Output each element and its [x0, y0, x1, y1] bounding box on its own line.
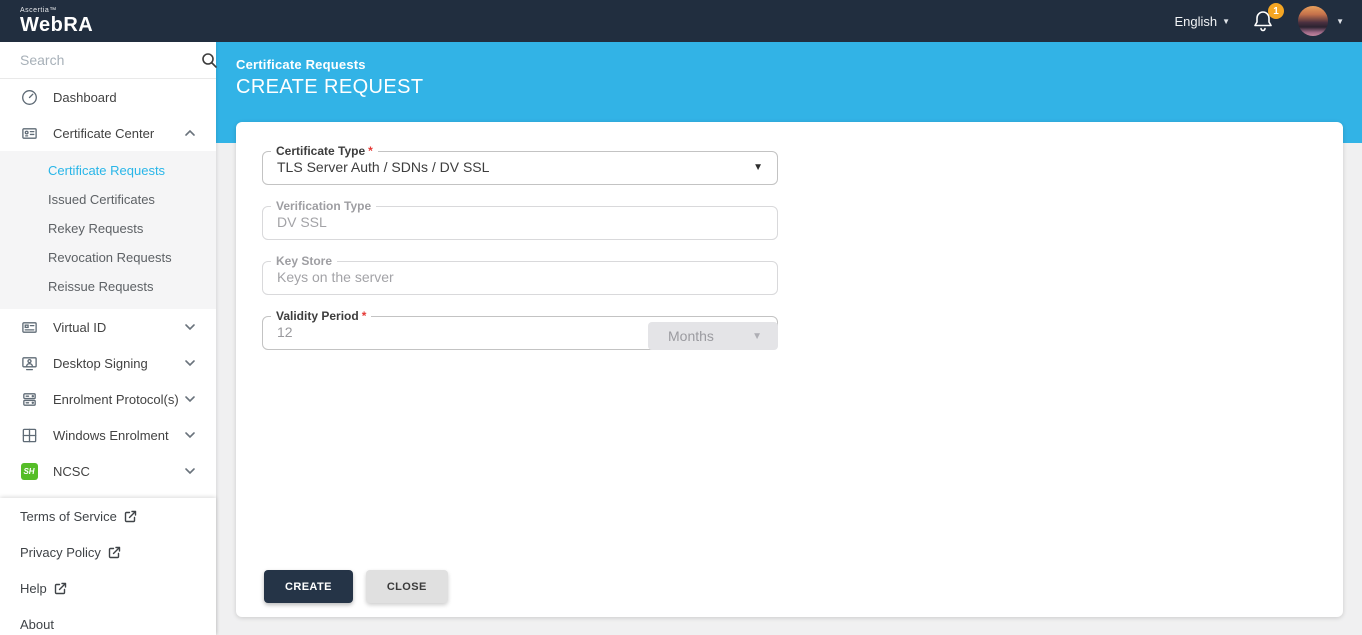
footer-link-label: Terms of Service [20, 508, 117, 524]
certificate-type-label: Certificate Type [276, 144, 366, 158]
sidebar-item-windows-enrolment[interactable]: Windows Enrolment [0, 417, 216, 453]
avatar [1298, 6, 1329, 36]
subitem-label: Issued Certificates [48, 192, 155, 207]
external-link-icon [54, 582, 67, 595]
page-title: CREATE REQUEST [236, 76, 424, 98]
chevron-down-icon [184, 393, 196, 405]
search-input[interactable] [20, 52, 201, 68]
main-content: Certificate Requests CREATE REQUEST Cert… [216, 42, 1362, 635]
sidebar-item-label: Desktop Signing [53, 355, 148, 371]
verification-type-label: Verification Type [276, 199, 372, 213]
breadcrumb: Certificate Requests [236, 57, 366, 72]
sidebar-subitem-issued-certificates[interactable]: Issued Certificates [0, 185, 216, 214]
terms-of-service-link[interactable]: Terms of Service [0, 498, 216, 534]
field-label: Certificate Type * [271, 145, 378, 158]
sidebar-item-label: Virtual ID [53, 319, 107, 335]
dashboard-icon [20, 88, 38, 106]
sidebar-item-label: Certificate Center [53, 125, 155, 141]
sidebar-item-virtual-id[interactable]: Virtual ID [0, 309, 216, 345]
privacy-policy-link[interactable]: Privacy Policy [0, 534, 216, 570]
sidebar-item-dashboard[interactable]: Dashboard [0, 79, 216, 115]
key-store-label: Key Store [276, 254, 333, 268]
sidebar-subitem-certificate-requests[interactable]: Certificate Requests [0, 156, 216, 185]
required-asterisk: * [361, 309, 367, 323]
language-selector[interactable]: English ▼ [1175, 14, 1231, 29]
sidebar-item-label: Windows Enrolment [53, 427, 169, 443]
field-label: Key Store [271, 255, 337, 268]
subitem-label: Reissue Requests [48, 279, 154, 294]
verification-type-field: Verification Type DV SSL [262, 200, 778, 240]
sidebar-subitem-rekey-requests[interactable]: Rekey Requests [0, 214, 216, 243]
virtual-id-icon [20, 318, 38, 336]
notifications-button[interactable]: 1 [1252, 3, 1285, 33]
sidebar-search [0, 42, 218, 79]
topbar: Ascertia™ WebRA English ▼ 1 ▼ [0, 0, 1362, 42]
search-icon[interactable] [201, 52, 218, 69]
certificate-center-submenu: Certificate Requests Issued Certificates… [0, 151, 216, 309]
certificate-type-field[interactable]: Certificate Type * TLS Server Auth / SDN… [262, 145, 778, 185]
create-request-card: Certificate Type * TLS Server Auth / SDN… [236, 122, 1343, 617]
sidebar-item-enrolment-protocols[interactable]: Enrolment Protocol(s) [0, 381, 216, 417]
chevron-down-icon [184, 429, 196, 441]
windows-enrolment-icon [20, 426, 38, 444]
validity-unit-value: Months [668, 328, 714, 344]
user-menu[interactable]: ▼ [1298, 6, 1344, 36]
help-link[interactable]: Help [0, 570, 216, 606]
form-actions: CREATE CLOSE [264, 570, 448, 603]
validity-period-value[interactable]: 12 [277, 324, 293, 340]
chevron-down-icon: ▼ [1336, 16, 1344, 26]
dropdown-arrow-icon[interactable]: ▼ [753, 162, 763, 173]
verification-type-value: DV SSL [277, 214, 327, 230]
chevron-down-icon: ▼ [1222, 16, 1231, 26]
ncsc-icon: SH [20, 462, 38, 480]
desktop-signing-icon [20, 354, 38, 372]
validity-unit-select: Months ▼ [648, 322, 778, 350]
footer-link-label: Help [20, 580, 47, 596]
brand-company: Ascertia™ [20, 7, 57, 14]
about-link[interactable]: About [0, 606, 216, 635]
create-button[interactable]: CREATE [264, 570, 353, 603]
subitem-label: Revocation Requests [48, 250, 172, 265]
chevron-down-icon [184, 321, 196, 333]
sidebar-nav: Dashboard Certificate Center Certificate… [0, 79, 216, 499]
enrolment-protocols-icon [20, 390, 38, 408]
key-store-value: Keys on the server [277, 269, 394, 285]
sidebar: Dashboard Certificate Center Certificate… [0, 42, 218, 635]
certificate-type-value: TLS Server Auth / SDNs / DV SSL [277, 159, 490, 175]
topbar-actions: English ▼ 1 ▼ [1175, 3, 1362, 36]
field-label: Verification Type [271, 200, 376, 213]
language-label: English [1174, 13, 1218, 29]
sidebar-item-label: Enrolment Protocol(s) [53, 391, 179, 407]
key-store-field: Key Store Keys on the server [262, 255, 778, 295]
subitem-label: Certificate Requests [48, 163, 166, 178]
sidebar-subitem-reissue-requests[interactable]: Reissue Requests [0, 272, 216, 301]
sidebar-item-label: Dashboard [53, 89, 117, 105]
sidebar-item-ncsc[interactable]: SH NCSC [0, 453, 216, 489]
sidebar-item-certificate-center[interactable]: Certificate Center [0, 115, 216, 151]
validity-period-label: Validity Period [276, 309, 359, 323]
subitem-label: Rekey Requests [48, 221, 144, 236]
chevron-down-icon [184, 465, 196, 477]
app-logo: Ascertia™ WebRA [0, 7, 93, 35]
close-button[interactable]: CLOSE [365, 570, 448, 603]
chevron-down-icon [184, 357, 196, 369]
required-asterisk: * [368, 144, 373, 158]
sidebar-footer: Terms of Service Privacy Policy Help Abo… [0, 498, 216, 635]
chevron-up-icon [184, 127, 196, 139]
field-label: Validity Period * [271, 310, 371, 323]
dropdown-arrow-icon: ▼ [752, 330, 762, 342]
sidebar-subitem-revocation-requests[interactable]: Revocation Requests [0, 243, 216, 272]
certificate-center-icon [20, 124, 38, 142]
sidebar-item-desktop-signing[interactable]: Desktop Signing [0, 345, 216, 381]
external-link-icon [108, 546, 121, 559]
footer-link-label: About [20, 616, 54, 632]
notification-badge: 1 [1268, 3, 1285, 19]
sh-logo-badge: SH [20, 462, 38, 480]
external-link-icon [124, 510, 137, 523]
sidebar-item-label: NCSC [53, 463, 90, 479]
brand-product: WebRA [20, 14, 94, 36]
validity-period-field[interactable]: Validity Period * 12 Months ▼ [262, 310, 778, 350]
footer-link-label: Privacy Policy [20, 544, 101, 560]
